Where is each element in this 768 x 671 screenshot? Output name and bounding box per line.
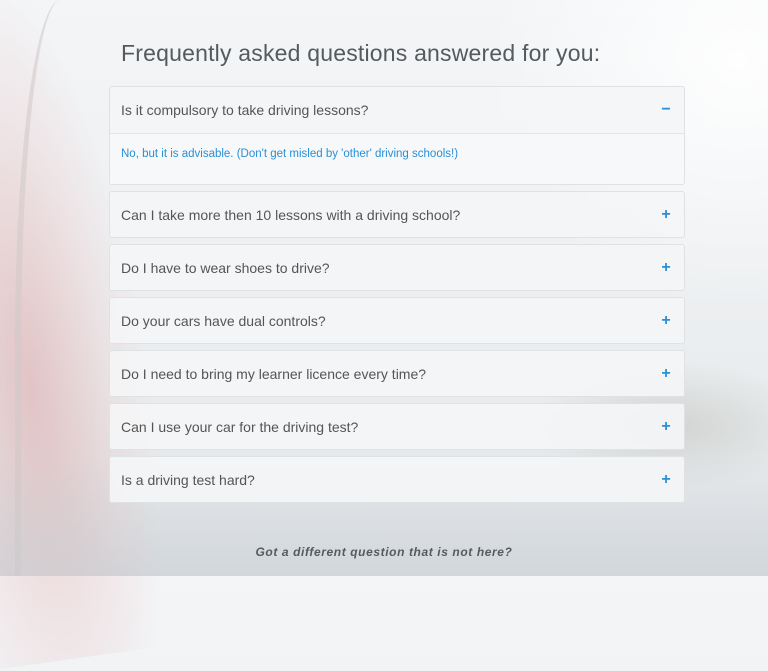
faq-question-text: Is a driving test hard? [121, 471, 255, 488]
faq-item: Is a driving test hard? + [109, 456, 685, 503]
faq-question-text: Is it compulsory to take driving lessons… [121, 102, 369, 118]
expand-icon[interactable]: + [660, 206, 672, 224]
faq-item: Can I take more then 10 lessons with a d… [109, 191, 685, 238]
faq-question-text: Do your cars have dual controls? [121, 312, 326, 329]
collapse-icon[interactable]: − [660, 101, 672, 119]
faq-question-text: Can I take more then 10 lessons with a d… [121, 206, 461, 223]
faq-question-header[interactable]: Can I take more then 10 lessons with a d… [110, 192, 684, 237]
faq-title: Frequently asked questions answered for … [121, 40, 601, 66]
expand-icon[interactable]: + [660, 418, 672, 436]
faq-question-header[interactable]: Do I need to bring my learner licence ev… [110, 351, 684, 396]
faq-accordion: Is it compulsory to take driving lessons… [109, 86, 685, 509]
faq-question-header[interactable]: Can I use your car for the driving test?… [110, 404, 684, 449]
faq-question-text: Do I have to wear shoes to drive? [121, 259, 330, 276]
faq-question-header[interactable]: Is a driving test hard? + [110, 457, 684, 502]
expand-icon[interactable]: + [660, 471, 672, 489]
expand-icon[interactable]: + [660, 365, 672, 383]
faq-item: Can I use your car for the driving test?… [109, 403, 685, 450]
faq-question-header[interactable]: Is it compulsory to take driving lessons… [110, 87, 684, 134]
faq-question-header[interactable]: Do I have to wear shoes to drive? + [110, 245, 684, 290]
faq-item: Do I need to bring my learner licence ev… [109, 350, 685, 397]
faq-item: Is it compulsory to take driving lessons… [109, 86, 685, 185]
faq-question-text: Can I use your car for the driving test? [121, 418, 359, 435]
faq-item: Do I have to wear shoes to drive? + [109, 244, 685, 291]
different-question-text: Got a different question that is not her… [255, 545, 513, 559]
expand-icon[interactable]: + [660, 312, 672, 330]
faq-question-header[interactable]: Do your cars have dual controls? + [110, 298, 684, 343]
expand-icon[interactable]: + [660, 259, 672, 277]
faq-item: Do your cars have dual controls? + [109, 297, 685, 344]
faq-question-text: Do I need to bring my learner licence ev… [121, 365, 427, 382]
faq-answer-text: No, but it is advisable. (Don't get misl… [110, 134, 684, 184]
